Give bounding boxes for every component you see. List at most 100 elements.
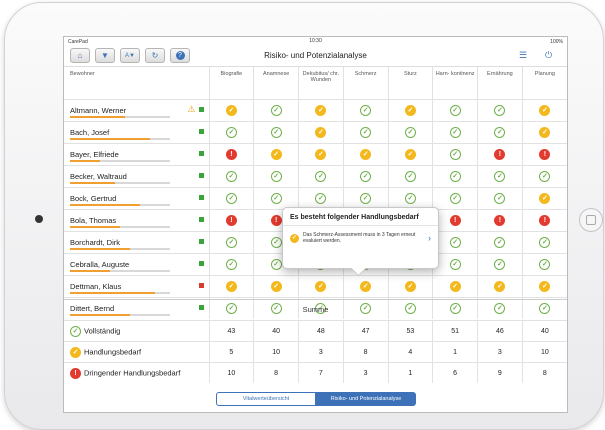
resident-cell[interactable]: Cebralla, Auguste [64,253,209,276]
status-cell[interactable]: ✓ [208,121,254,144]
resident-cell[interactable]: Bola, Thomas [64,209,209,232]
status-cell[interactable]: ✓ [387,99,433,122]
status-cell[interactable]: ✓ [387,275,433,298]
resident-cell[interactable]: Bayer, Elfriede [64,143,209,166]
summary-label-cell: ✓ Handlungsbedarf [64,341,209,363]
status-cell[interactable]: ✓ [477,275,523,298]
status-cell[interactable]: ✓ [432,187,478,210]
resident-cell[interactable]: Becker, Waltraud [64,165,209,188]
table-header: Bewohner Biografie Anamnese Dekubitus/ c… [64,67,567,100]
status-cell[interactable]: ✓ [432,143,478,166]
status-cell[interactable]: ✓ [432,275,478,298]
action-popup[interactable]: Es besteht folgender Handlungsbedarf ✓ D… [282,207,439,277]
table-row[interactable]: Dettman, Klaus ✓ ✓ ✓ ✓ ✓ ✓ ✓ ✓ [64,275,567,298]
summary-value: 46 [477,320,523,342]
check-circle-icon: ✓ [70,325,81,337]
status-cell[interactable]: ✓ [342,99,388,122]
resident-name: Bayer, Elfriede [70,150,119,159]
status-cell[interactable]: ✓ [208,253,254,276]
status-cell[interactable]: ✓ [342,165,388,188]
tab-vitalwerte[interactable]: Vitalwerteübersicht [216,392,316,406]
status-cell[interactable]: ✓ [253,165,299,188]
status-cell[interactable]: ✓ [387,165,433,188]
status-cell[interactable]: ! [521,143,567,166]
status-cell[interactable]: ✓ [208,275,254,298]
status-cell[interactable]: ✓ [387,121,433,144]
tab-risiko[interactable]: Risiko- und Potenzialanalyse [316,392,416,406]
table-row[interactable]: Altmann, Werner ⚠ ✓ ✓ ✓ ✓ ✓ ✓ ✓ ✓ [64,99,567,122]
status-cell[interactable]: ✓ [298,121,344,144]
column-header: Harn- kontinenz [432,67,478,100]
status-cell[interactable]: ✓ [342,121,388,144]
resident-cell[interactable]: Bock, Gertrud [64,187,209,210]
table-row[interactable]: Becker, Waltraud ✓ ✓ ✓ ✓ ✓ ✓ ✓ ✓ [64,165,567,188]
status-cell[interactable]: ✓ [477,187,523,210]
status-cell[interactable]: ✓ [298,143,344,166]
chevron-right-icon[interactable]: › [428,234,431,243]
status-cell[interactable]: ✓ [521,99,567,122]
check-circle-icon: ✓ [225,127,237,138]
status-cell[interactable]: ! [477,209,523,232]
home-button[interactable] [579,208,603,232]
status-cell[interactable]: ! [208,209,254,232]
status-cell[interactable]: ✓ [387,143,433,166]
status-cell[interactable]: ✓ [342,275,388,298]
resident-cell[interactable]: Altmann, Werner ⚠ [64,99,209,122]
status-cell[interactable]: ✓ [253,275,299,298]
view-switcher: Vitalwerteübersicht Risiko- und Potenzia… [216,392,416,406]
summary-label: Dringender Handlungsbedarf [84,367,181,377]
status-cell[interactable]: ✓ [521,187,567,210]
status-cell[interactable]: ✓ [432,121,478,144]
status-cell[interactable]: ✓ [208,99,254,122]
status-cell[interactable]: ✓ [521,253,567,276]
status-cell[interactable]: ! [521,209,567,232]
status-cell[interactable]: ✓ [477,99,523,122]
urgent-icon: ! [494,149,506,160]
table-row[interactable]: Bach, Josef ✓ ✓ ✓ ✓ ✓ ✓ ✓ ✓ [64,121,567,144]
status-cell[interactable]: ✓ [208,165,254,188]
status-cell[interactable]: ✓ [253,99,299,122]
status-cell[interactable]: ✓ [521,165,567,188]
urgent-icon: ! [225,215,237,226]
summary-value: 40 [521,320,567,342]
status-cell[interactable]: ✓ [477,253,523,276]
status-cell[interactable]: ✓ [432,99,478,122]
summary-title: Summe [64,299,567,320]
summary-value: 1 [387,362,433,383]
status-cell[interactable]: ✓ [432,165,478,188]
action-needed-icon: ✓ [539,281,551,292]
check-circle-icon: ✓ [360,171,372,182]
status-cell[interactable]: ! [477,143,523,166]
status-cell[interactable]: ✓ [208,187,254,210]
resident-cell[interactable]: Bach, Josef [64,121,209,144]
power-button[interactable]: ⏻ [545,50,552,61]
status-cell[interactable]: ✓ [477,165,523,188]
check-circle-icon: ✓ [270,127,282,138]
status-cell[interactable]: ✓ [298,99,344,122]
status-cell[interactable]: ✓ [298,165,344,188]
status-cell[interactable]: ✓ [253,143,299,166]
status-cell[interactable]: ✓ [253,121,299,144]
status-cell[interactable]: ✓ [521,121,567,144]
status-cell[interactable]: ✓ [521,231,567,254]
status-square [198,283,204,288]
summary-label-cell: ✓ Vollständig [64,320,209,342]
table-row[interactable]: Bayer, Elfriede! ✓ ✓ ✓ ✓ ✓!! [64,143,567,166]
status-cell[interactable]: ✓ [298,275,344,298]
check-circle-icon: ✓ [494,105,506,116]
status-cell[interactable]: ✓ [477,231,523,254]
status-cell[interactable]: ! [208,143,254,166]
status-cell[interactable]: ✓ [521,275,567,298]
status-cell[interactable]: ✓ [432,253,478,276]
summary-value: 53 [387,320,433,342]
resident-cell[interactable]: Borchardt, Dirk [64,231,209,254]
status-cell[interactable]: ✓ [342,143,388,166]
list-menu-button[interactable]: ☰ [519,50,527,61]
status-square [198,239,204,244]
status-cell[interactable]: ! [432,209,478,232]
resident-cell[interactable]: Dettman, Klaus [64,275,209,298]
action-needed-icon: ✓ [225,105,237,116]
status-cell[interactable]: ✓ [477,121,523,144]
status-cell[interactable]: ✓ [432,231,478,254]
status-cell[interactable]: ✓ [208,231,254,254]
